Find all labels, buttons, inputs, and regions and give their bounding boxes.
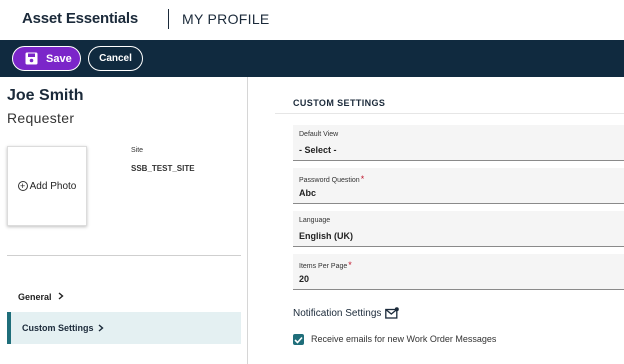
- language-select[interactable]: Language English (UK): [293, 211, 624, 247]
- default-view-select[interactable]: Default View - Select -: [293, 125, 624, 161]
- section-title: CUSTOM SETTINGS: [293, 98, 386, 108]
- nav-item-label: Custom Settings: [22, 323, 94, 333]
- field-label: Password Question*: [299, 174, 365, 184]
- plus-circle-icon: +: [17, 181, 28, 191]
- sidebar-divider: [7, 255, 241, 256]
- nav-item-custom-settings[interactable]: Custom Settings: [7, 312, 241, 344]
- site-label: Site: [131, 147, 144, 154]
- profile-sidebar: Joe Smith Requester + Add Photo Site SSB…: [0, 77, 248, 364]
- field-value: English (UK): [299, 231, 353, 241]
- header-divider: [168, 9, 169, 29]
- field-label: Default View: [299, 131, 339, 138]
- check-icon: [294, 336, 303, 344]
- password-question-field[interactable]: Password Question* Abc: [293, 168, 624, 204]
- mail-notification-icon: [385, 307, 400, 319]
- brand-logo: Asset Essentials: [22, 10, 139, 27]
- field-label: Items Per Page*: [299, 260, 352, 270]
- field-value: Abc: [299, 188, 317, 198]
- field-label: Language: [299, 217, 331, 224]
- floppy-disk-icon: [25, 52, 38, 65]
- receive-emails-label: Receive emails for new Work Order Messag…: [311, 334, 497, 344]
- add-photo-button[interactable]: + Add Photo: [7, 146, 87, 226]
- notification-settings-heading: Notification Settings: [293, 307, 400, 319]
- nav-item-label: General: [18, 292, 52, 302]
- required-marker: *: [348, 260, 352, 270]
- field-value: - Select -: [299, 145, 337, 155]
- custom-settings-panel: CUSTOM SETTINGS Default View - Select - …: [249, 77, 624, 364]
- required-marker: *: [360, 174, 365, 184]
- add-photo-label: Add Photo: [29, 180, 77, 192]
- field-value: 20: [299, 274, 310, 284]
- user-name: Joe Smith: [7, 87, 84, 104]
- save-button[interactable]: Save: [12, 46, 81, 71]
- save-button-label: Save: [46, 52, 72, 65]
- chevron-right-icon: [58, 292, 64, 300]
- toolbar: Save Cancel: [0, 40, 624, 77]
- section-divider: [275, 113, 624, 114]
- app-header: Asset Essentials MY PROFILE: [0, 0, 624, 40]
- items-per-page-field[interactable]: Items Per Page* 20: [293, 254, 624, 290]
- page-title: MY PROFILE: [182, 11, 270, 27]
- cancel-button[interactable]: Cancel: [88, 46, 143, 71]
- chevron-right-icon: [98, 324, 104, 332]
- nav-item-general[interactable]: General: [18, 292, 64, 302]
- receive-emails-checkbox[interactable]: [293, 334, 304, 345]
- user-role: Requester: [7, 110, 75, 126]
- site-value: SSB_TEST_SITE: [131, 164, 195, 173]
